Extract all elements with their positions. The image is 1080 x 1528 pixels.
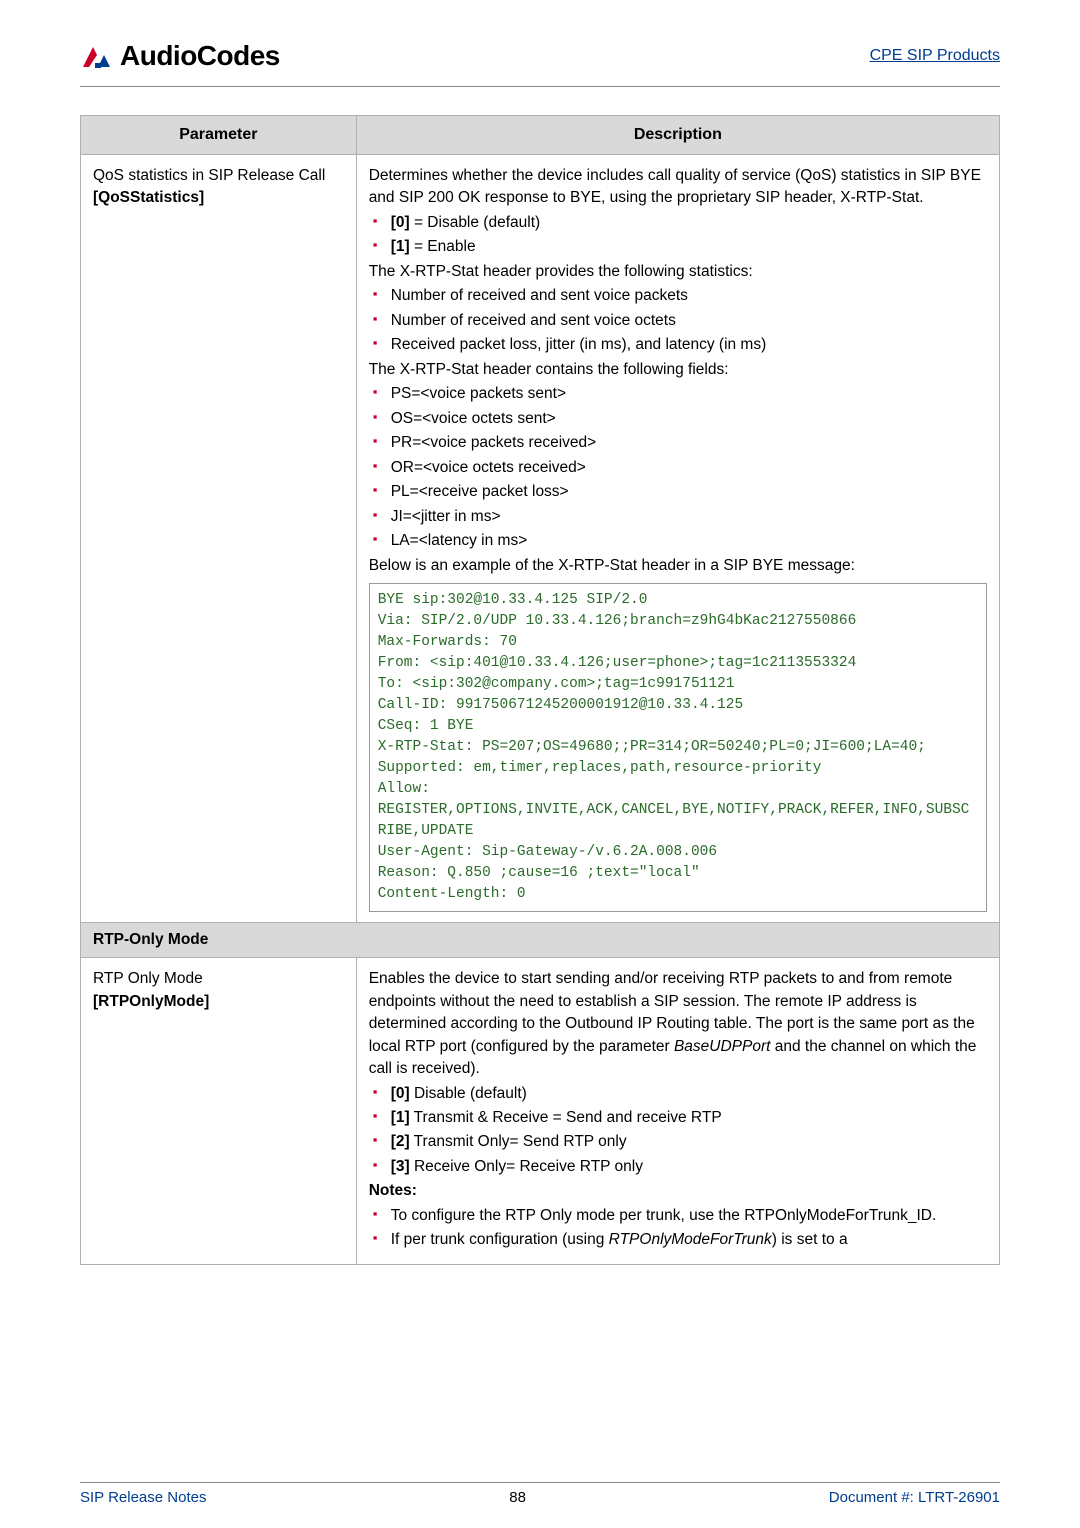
list-item: PR=<voice packets received>: [369, 432, 987, 454]
list-item: Received packet loss, jitter (in ms), an…: [369, 334, 987, 356]
option-0: [0]: [391, 1085, 410, 1102]
column-header-parameter: Parameter: [81, 116, 357, 155]
option-1: [1]: [391, 1109, 410, 1126]
param-rtp-only-mode: RTP Only Mode [RTPOnlyMode]: [93, 968, 344, 1013]
list-item: If per trunk configuration (using RTPOnl…: [369, 1229, 987, 1251]
option-1: [1]: [391, 238, 410, 255]
param-title: RTP Only Mode: [93, 970, 203, 987]
list-item: Number of received and sent voice packet…: [369, 285, 987, 307]
option-3-text: Receive Only= Receive RTP only: [410, 1158, 643, 1175]
option-2: [2]: [391, 1133, 410, 1150]
code-example: BYE sip:302@10.33.4.125 SIP/2.0 Via: SIP…: [369, 583, 987, 912]
option-0-text: Disable (default): [410, 1085, 527, 1102]
table-row: RTP Only Mode [RTPOnlyMode] Enables the …: [81, 958, 1000, 1265]
page-header: AudioCodes CPE SIP Products: [80, 40, 1000, 72]
note-text: ) is set to a: [772, 1231, 848, 1248]
section-rtp-only-mode: RTP-Only Mode: [81, 923, 1000, 958]
param-qos-statistics: QoS statistics in SIP Release Call [QoSS…: [93, 165, 344, 210]
list-item: [3] Receive Only= Receive RTP only: [369, 1156, 987, 1178]
list-item: PS=<voice packets sent>: [369, 383, 987, 405]
list-item: LA=<latency in ms>: [369, 530, 987, 552]
option-0-text: = Disable (default): [410, 214, 541, 231]
list-item: Number of received and sent voice octets: [369, 310, 987, 332]
notes-label: Notes:: [369, 1180, 987, 1202]
footer-right: Document #: LTRT-26901: [829, 1489, 1000, 1506]
note-param-ref: RTPOnlyModeForTrunk: [609, 1231, 772, 1248]
column-header-description: Description: [356, 116, 999, 155]
list-item: [0] = Disable (default): [369, 212, 987, 234]
list-item: OS=<voice octets sent>: [369, 408, 987, 430]
option-3: [3]: [391, 1158, 410, 1175]
logo-icon: [80, 41, 116, 71]
logo-text: AudioCodes: [120, 40, 280, 72]
option-2-text: Transmit Only= Send RTP only: [410, 1133, 627, 1150]
fields-intro: The X-RTP-Stat header contains the follo…: [369, 359, 987, 381]
header-divider: [80, 86, 1000, 87]
option-1-text: = Enable: [410, 238, 476, 255]
description-rtp-only: Enables the device to start sending and/…: [369, 968, 987, 1252]
list-item: PL=<receive packet loss>: [369, 481, 987, 503]
table-row: QoS statistics in SIP Release Call [QoSS…: [81, 155, 1000, 923]
param-title: QoS statistics in SIP Release Call: [93, 167, 325, 184]
page-footer: SIP Release Notes 88 Document #: LTRT-26…: [80, 1482, 1000, 1506]
footer-page-number: 88: [509, 1489, 526, 1506]
parameters-table: Parameter Description QoS statistics in …: [80, 115, 1000, 1265]
list-item: OR=<voice octets received>: [369, 457, 987, 479]
param-ini-name: [RTPOnlyMode]: [93, 993, 209, 1010]
list-item: To configure the RTP Only mode per trunk…: [369, 1205, 987, 1227]
list-item: [0] Disable (default): [369, 1083, 987, 1105]
stat-intro: The X-RTP-Stat header provides the follo…: [369, 261, 987, 283]
note-text: If per trunk configuration (using: [391, 1231, 609, 1248]
list-item: JI=<jitter in ms>: [369, 506, 987, 528]
example-intro: Below is an example of the X-RTP-Stat he…: [369, 555, 987, 577]
description-qos: Determines whether the device includes c…: [369, 165, 987, 912]
desc-param-ref: BaseUDPPort: [674, 1038, 770, 1055]
list-item: [2] Transmit Only= Send RTP only: [369, 1131, 987, 1153]
desc-intro: Determines whether the device includes c…: [369, 165, 987, 210]
header-product-link[interactable]: CPE SIP Products: [870, 47, 1000, 65]
list-item: [1] = Enable: [369, 236, 987, 258]
desc-intro: Enables the device to start sending and/…: [369, 968, 987, 1080]
option-1-text: Transmit & Receive = Send and receive RT…: [410, 1109, 722, 1126]
logo: AudioCodes: [80, 40, 280, 72]
footer-left: SIP Release Notes: [80, 1489, 206, 1506]
param-ini-name: [QoSStatistics]: [93, 189, 204, 206]
option-0: [0]: [391, 214, 410, 231]
list-item: [1] Transmit & Receive = Send and receiv…: [369, 1107, 987, 1129]
section-header-row: RTP-Only Mode: [81, 923, 1000, 958]
